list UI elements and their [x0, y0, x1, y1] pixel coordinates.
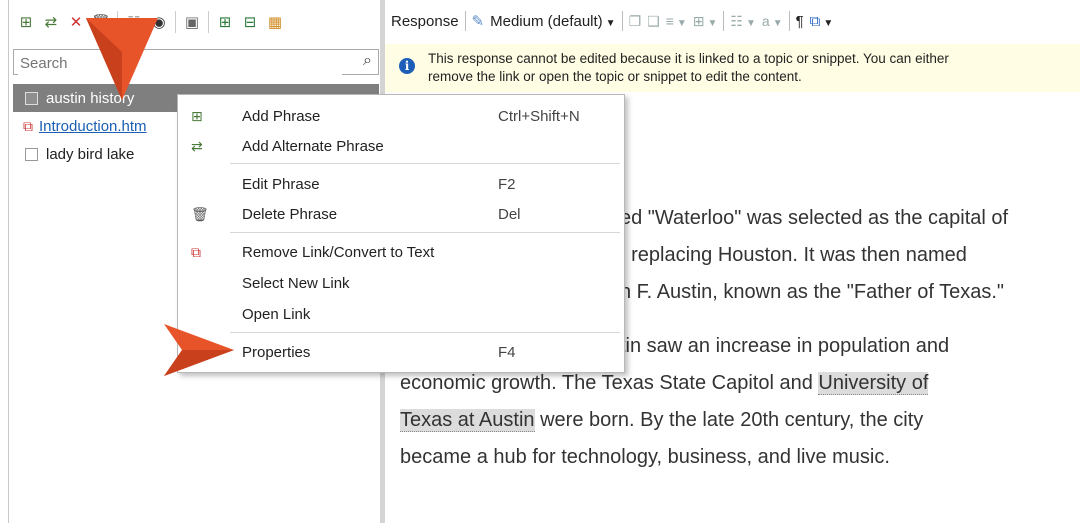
- table-icon[interactable]: ⊞ ▼: [693, 13, 718, 30]
- menu-item-label: Open Link: [242, 306, 311, 323]
- add-alternate-phrase-icon: ⇄: [191, 138, 203, 154]
- link-options-icon[interactable]: ⧉ ▼: [810, 13, 834, 30]
- menu-item-label: Delete Phrase: [242, 206, 338, 223]
- menu-item-label: Select New Link: [242, 275, 350, 292]
- menu-separator: [230, 232, 620, 233]
- editor-text: economic growth. The Texas State Capitol…: [400, 372, 819, 394]
- info-message: This response cannot be edited because i…: [428, 50, 1078, 86]
- toolbar-separator: [464, 11, 466, 31]
- search-icon[interactable]: ⌕: [363, 52, 372, 70]
- menu-item-add-phrase[interactable]: ⊞ Add Phrase Ctrl+Shift+N: [178, 103, 624, 131]
- remove-link-icon[interactable]: ✕: [65, 11, 87, 33]
- read-only-info-bar: i This response cannot be edited because…: [385, 44, 1080, 92]
- toolbar-separator: [723, 11, 725, 31]
- menu-item-edit-phrase[interactable]: Edit Phrase F2: [178, 171, 624, 199]
- preview-icon[interactable]: ◉: [148, 11, 170, 33]
- info-line: remove the link or open the topic or sni…: [428, 69, 802, 84]
- color-grid-icon[interactable]: ▦: [264, 11, 286, 33]
- style-icon: ✎: [471, 13, 485, 30]
- menu-item-shortcut: F4: [498, 344, 516, 361]
- style-dropdown[interactable]: Medium (default) ▼: [490, 13, 615, 30]
- insert-icon[interactable]: ☷ ▼: [730, 13, 755, 30]
- linked-text-highlight: University of: [818, 372, 929, 395]
- menu-item-shortcut: F2: [498, 176, 516, 193]
- linked-text-highlight: Texas at Austin: [400, 409, 535, 432]
- align-icon[interactable]: ≡ ▼: [666, 13, 687, 29]
- item-checkbox[interactable]: [25, 147, 38, 161]
- delete-icon: 🗑︎: [191, 206, 209, 222]
- menu-item-label: Properties: [242, 344, 311, 361]
- menu-item-label: Remove Link/Convert to Text: [242, 244, 435, 261]
- menu-item-properties[interactable]: Properties F4: [178, 339, 624, 367]
- expand-icon[interactable]: ⊞: [214, 11, 236, 33]
- menu-item-delete-phrase[interactable]: 🗑︎ Delete Phrase Del: [178, 201, 624, 229]
- editor-line: Texas at Austin were born. By the late 2…: [400, 402, 1080, 439]
- toolbar-separator: [621, 11, 623, 31]
- cut-icon[interactable]: ❐: [629, 13, 642, 30]
- menu-item-select-new-link[interactable]: Select New Link: [178, 270, 624, 298]
- menu-item-open-link[interactable]: Open Link: [178, 301, 624, 329]
- menu-item-remove-link[interactable]: ⧉ Remove Link/Convert to Text: [178, 239, 624, 267]
- add-phrase-icon[interactable]: ⊞: [15, 11, 37, 33]
- link-icon: ⧉: [23, 117, 33, 134]
- add-phrase-icon: ⊞: [191, 108, 203, 124]
- remove-link-icon: ⧉: [191, 244, 201, 260]
- add-alternate-phrase-icon[interactable]: ⇄: [40, 11, 62, 33]
- delete-icon[interactable]: 🗑︎: [90, 11, 112, 33]
- phrase-toolbar: ⊞ ⇄ ✕ 🗑︎ ☷ ◉ ▣ ⊞ ⊟ ▦: [9, 0, 385, 44]
- menu-separator: [230, 332, 620, 333]
- chevron-down-icon: ▼: [605, 17, 616, 29]
- toolbar-separator: [117, 11, 118, 33]
- editor-line: became a hub for technology, business, a…: [400, 446, 890, 468]
- response-label: Response: [391, 12, 459, 30]
- menu-item-shortcut: Ctrl+Shift+N: [498, 108, 580, 125]
- text-icon[interactable]: a ▼: [762, 13, 783, 29]
- menu-item-shortcut: Del: [498, 206, 521, 223]
- search-input[interactable]: [18, 51, 342, 75]
- toolbar-separator: [788, 11, 790, 31]
- menu-item-add-alternate-phrase[interactable]: ⇄ Add Alternate Phrase: [178, 133, 624, 161]
- copy-icon[interactable]: ❑: [647, 13, 660, 30]
- response-toolbar: Response ✎ Medium (default) ▼ ❐ ❑ ≡ ▼ ⊞ ▼ ☷…: [385, 6, 833, 36]
- toolbar-separator: [175, 11, 176, 33]
- editor-text: were born. By the late 20th century, the…: [534, 409, 924, 431]
- menu-item-label: Edit Phrase: [242, 176, 320, 193]
- menu-separator: [230, 163, 620, 164]
- info-icon: i: [399, 58, 415, 74]
- tree-item-label: austin history: [46, 89, 135, 107]
- tree-item-label: lady bird lake: [46, 145, 135, 163]
- paragraph-icon[interactable]: ¶: [796, 13, 804, 30]
- window-frame: [0, 0, 9, 523]
- find-icon[interactable]: ▣: [181, 11, 203, 33]
- search-field[interactable]: ⌕: [13, 49, 379, 75]
- context-menu: ⊞ Add Phrase Ctrl+Shift+N ⇄ Add Alternat…: [177, 94, 625, 373]
- menu-item-label: Add Phrase: [242, 108, 321, 125]
- page-icon[interactable]: ☷: [123, 11, 145, 33]
- collapse-icon[interactable]: ⊟: [239, 11, 261, 33]
- menu-item-label: Add Alternate Phrase: [242, 138, 384, 155]
- tree-item-link[interactable]: Introduction.htm: [39, 118, 147, 135]
- style-dropdown-value: Medium (default): [490, 12, 603, 30]
- info-line: This response cannot be edited because i…: [428, 51, 949, 66]
- item-checkbox[interactable]: [25, 91, 38, 105]
- toolbar-separator: [208, 11, 209, 33]
